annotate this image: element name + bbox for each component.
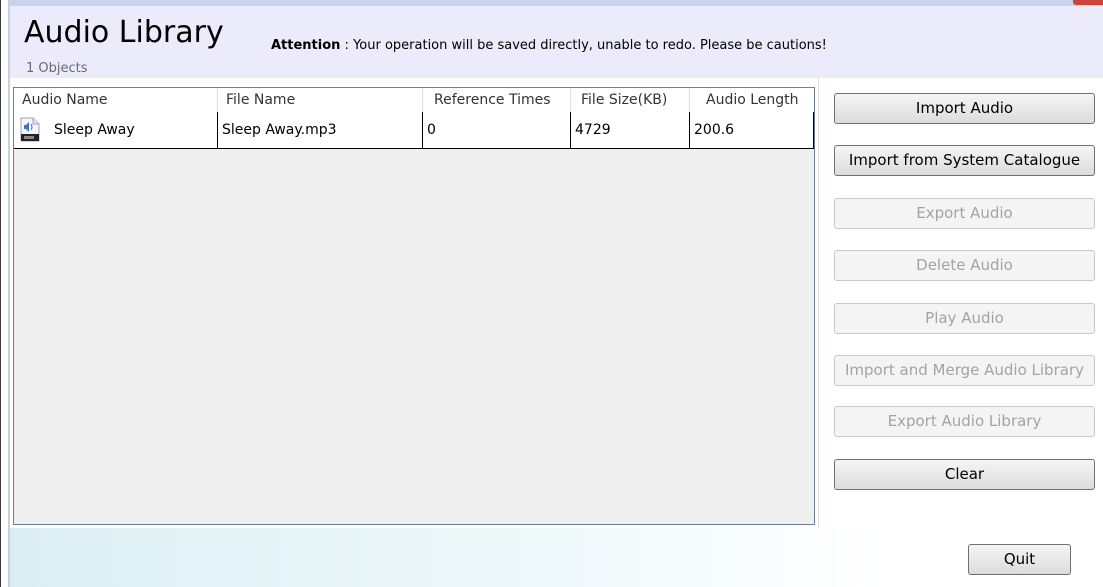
audio-file-icon	[20, 117, 40, 142]
attention-label: Attention	[271, 38, 341, 53]
object-count: 1 Objects	[26, 61, 88, 76]
column-header-file-name[interactable]: File Name	[218, 88, 423, 112]
attention-notice: Attention : Your operation will be saved…	[271, 38, 827, 53]
cell-audio-length: 200.6	[690, 112, 814, 148]
column-header-audio-length[interactable]: Audio Length	[690, 88, 814, 112]
table-header: Audio Name File Name Reference Times Fil…	[14, 88, 814, 112]
import-and-merge-audio-library-button[interactable]: Import and Merge Audio Library	[834, 355, 1095, 386]
cell-file-size: 4729	[571, 112, 690, 148]
cell-file-name: Sleep Away.mp3	[218, 112, 423, 148]
footer-bar	[10, 528, 1103, 587]
cell-reference-times: 0	[423, 112, 571, 148]
quit-button[interactable]: Quit	[968, 544, 1071, 575]
audio-name-text: Sleep Away	[54, 122, 135, 138]
column-header-reference-times[interactable]: Reference Times	[423, 88, 571, 112]
attention-text: : Your operation will be saved directly,…	[340, 38, 827, 53]
window-left-edge	[0, 0, 1, 587]
column-header-file-size[interactable]: File Size(KB)	[571, 88, 690, 112]
export-audio-library-button[interactable]: Export Audio Library	[834, 406, 1095, 437]
table-row[interactable]: Sleep Away Sleep Away.mp3 0 4729 200.6	[14, 112, 814, 149]
column-header-audio-name[interactable]: Audio Name	[14, 88, 218, 112]
import-from-system-catalogue-button[interactable]: Import from System Catalogue	[834, 145, 1095, 176]
page-title: Audio Library	[24, 15, 224, 50]
delete-audio-button[interactable]: Delete Audio	[834, 250, 1095, 281]
window-frame	[8, 0, 10, 587]
cell-audio-name: Sleep Away	[14, 112, 218, 148]
clear-button[interactable]: Clear	[834, 459, 1095, 490]
close-button-edge[interactable]	[1073, 0, 1103, 5]
export-audio-button[interactable]: Export Audio	[834, 198, 1095, 229]
import-audio-button[interactable]: Import Audio	[834, 93, 1095, 124]
play-audio-button[interactable]: Play Audio	[834, 303, 1095, 334]
header: Audio Library 1 Objects Attention : Your…	[10, 6, 1103, 78]
audio-table[interactable]: Audio Name File Name Reference Times Fil…	[13, 87, 815, 525]
